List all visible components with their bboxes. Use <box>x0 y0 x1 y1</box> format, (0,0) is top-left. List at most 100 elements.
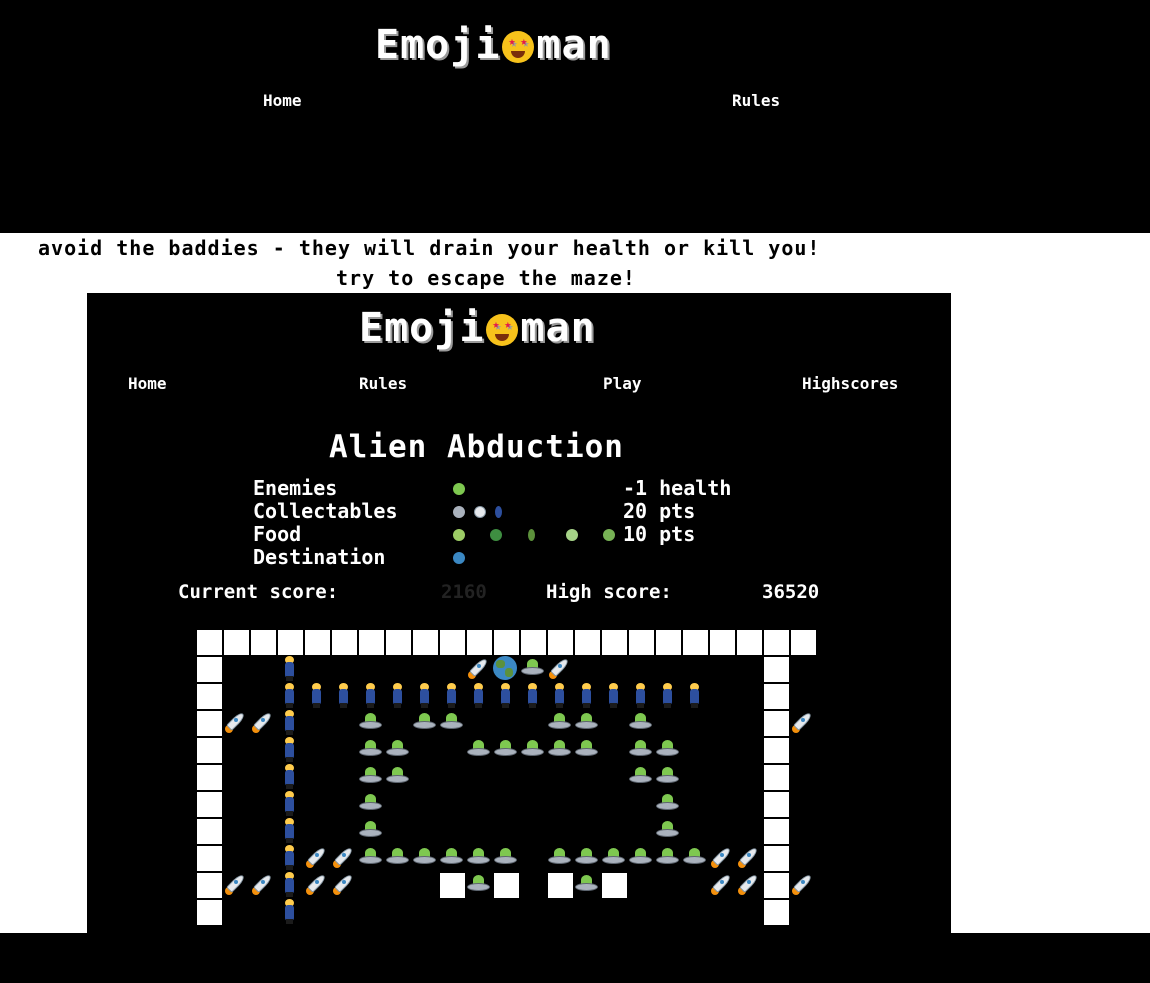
game-panel: Emoji man Home Rules Play Highscores Alie… <box>87 293 951 933</box>
rocket-icon <box>790 872 815 897</box>
ufo-alien-icon <box>628 710 653 735</box>
ufo-alien-icon <box>439 710 464 735</box>
rocket-icon <box>304 872 329 897</box>
maze-wall <box>196 791 223 818</box>
maze-wall <box>763 629 790 656</box>
rocket-icon <box>223 710 248 735</box>
ufo-alien-icon <box>574 737 599 762</box>
astronaut-icon <box>277 764 302 789</box>
astronaut-icon <box>358 683 383 708</box>
ufo-alien-icon <box>574 845 599 870</box>
astronaut-icon <box>495 506 502 518</box>
legend-destination-label: Destination <box>253 545 386 569</box>
rocket-icon <box>547 656 572 681</box>
maze-wall <box>763 683 790 710</box>
rule-text-baddies: avoid the baddies - they will drain your… <box>38 236 821 260</box>
current-score-label: Current score: <box>178 581 339 603</box>
rocket-icon <box>474 506 486 518</box>
legend-collectables-label: Collectables <box>253 499 398 523</box>
astronaut-icon <box>385 683 410 708</box>
maze-wall <box>790 629 817 656</box>
maze-wall <box>331 629 358 656</box>
rocket-icon <box>709 872 734 897</box>
ufo-alien-icon <box>358 764 383 789</box>
ufo-alien-icon <box>547 710 572 735</box>
astronaut-icon <box>682 683 707 708</box>
astronaut-icon <box>547 683 572 708</box>
maze-wall <box>520 629 547 656</box>
game-nav-highscores[interactable]: Highscores <box>802 374 898 393</box>
legend-food-label: Food <box>253 522 302 546</box>
maze-wall <box>439 872 466 899</box>
maze-wall <box>412 629 439 656</box>
maze-wall <box>736 629 763 656</box>
maze-wall <box>304 629 331 656</box>
ufo-alien-icon <box>547 845 572 870</box>
legend-enemies-value: -1 health <box>623 476 732 500</box>
maze-wall <box>196 629 223 656</box>
outer-header: Emoji man Home Rules <box>0 0 1150 233</box>
maze-wall <box>763 656 790 683</box>
ufo-alien-icon <box>601 845 626 870</box>
astronaut-icon <box>466 683 491 708</box>
ufo-icon <box>453 506 465 518</box>
high-score-value: 36520 <box>762 581 820 603</box>
game-logo-text-left: Emoji <box>359 305 485 351</box>
broccoli-icon <box>490 529 502 541</box>
ufo-alien-icon <box>466 737 491 762</box>
maze-board[interactable] <box>195 628 826 933</box>
astronaut-icon <box>574 683 599 708</box>
maze-wall <box>223 629 250 656</box>
maze-wall <box>196 872 223 899</box>
ufo-alien-icon <box>358 845 383 870</box>
maze-wall <box>763 737 790 764</box>
nav-rules-link[interactable]: Rules <box>732 91 780 110</box>
ufo-alien-icon <box>547 737 572 762</box>
high-score-label: High score: <box>546 581 672 603</box>
game-nav-play[interactable]: Play <box>603 374 642 393</box>
maze-wall <box>547 629 574 656</box>
game-nav-home[interactable]: Home <box>128 374 167 393</box>
site-logo[interactable]: Emoji man <box>375 22 612 68</box>
ufo-alien-icon <box>655 845 680 870</box>
level-title: Alien Abduction <box>329 429 624 465</box>
ufo-alien-icon <box>358 818 383 843</box>
nav-home-link[interactable]: Home <box>263 91 302 110</box>
ufo-alien-icon <box>385 845 410 870</box>
outer-footer <box>0 933 1150 983</box>
maze-wall <box>574 629 601 656</box>
game-nav-rules[interactable]: Rules <box>359 374 407 393</box>
ufo-alien-icon <box>412 845 437 870</box>
game-logo[interactable]: Emoji man <box>359 305 596 351</box>
astronaut-icon <box>439 683 464 708</box>
maze-wall <box>358 629 385 656</box>
maze-wall <box>385 629 412 656</box>
maze-wall <box>763 845 790 872</box>
astronaut-icon <box>277 899 302 924</box>
maze-wall <box>601 629 628 656</box>
rocket-icon <box>466 656 491 681</box>
maze-wall <box>601 872 628 899</box>
green-apple-icon <box>566 529 578 541</box>
rocket-icon <box>790 710 815 735</box>
ufo-alien-icon <box>574 872 599 897</box>
ufo-alien-icon <box>493 845 518 870</box>
rocket-icon <box>250 872 275 897</box>
current-score-value: 2160 <box>441 581 487 603</box>
maze-wall <box>196 764 223 791</box>
maze-wall <box>493 629 520 656</box>
astronaut-icon <box>277 656 302 681</box>
maze-wall <box>628 629 655 656</box>
astronaut-icon <box>277 710 302 735</box>
rule-text-escape: try to escape the maze! <box>336 266 636 290</box>
ufo-alien-icon <box>628 845 653 870</box>
maze-wall <box>196 818 223 845</box>
earth-destination-icon <box>493 656 517 680</box>
maze-wall <box>196 656 223 683</box>
maze-wall <box>547 872 574 899</box>
rocket-icon <box>709 845 734 870</box>
astronaut-icon <box>304 683 329 708</box>
rocket-icon <box>250 710 275 735</box>
maze-wall <box>763 818 790 845</box>
ufo-alien-icon <box>358 737 383 762</box>
